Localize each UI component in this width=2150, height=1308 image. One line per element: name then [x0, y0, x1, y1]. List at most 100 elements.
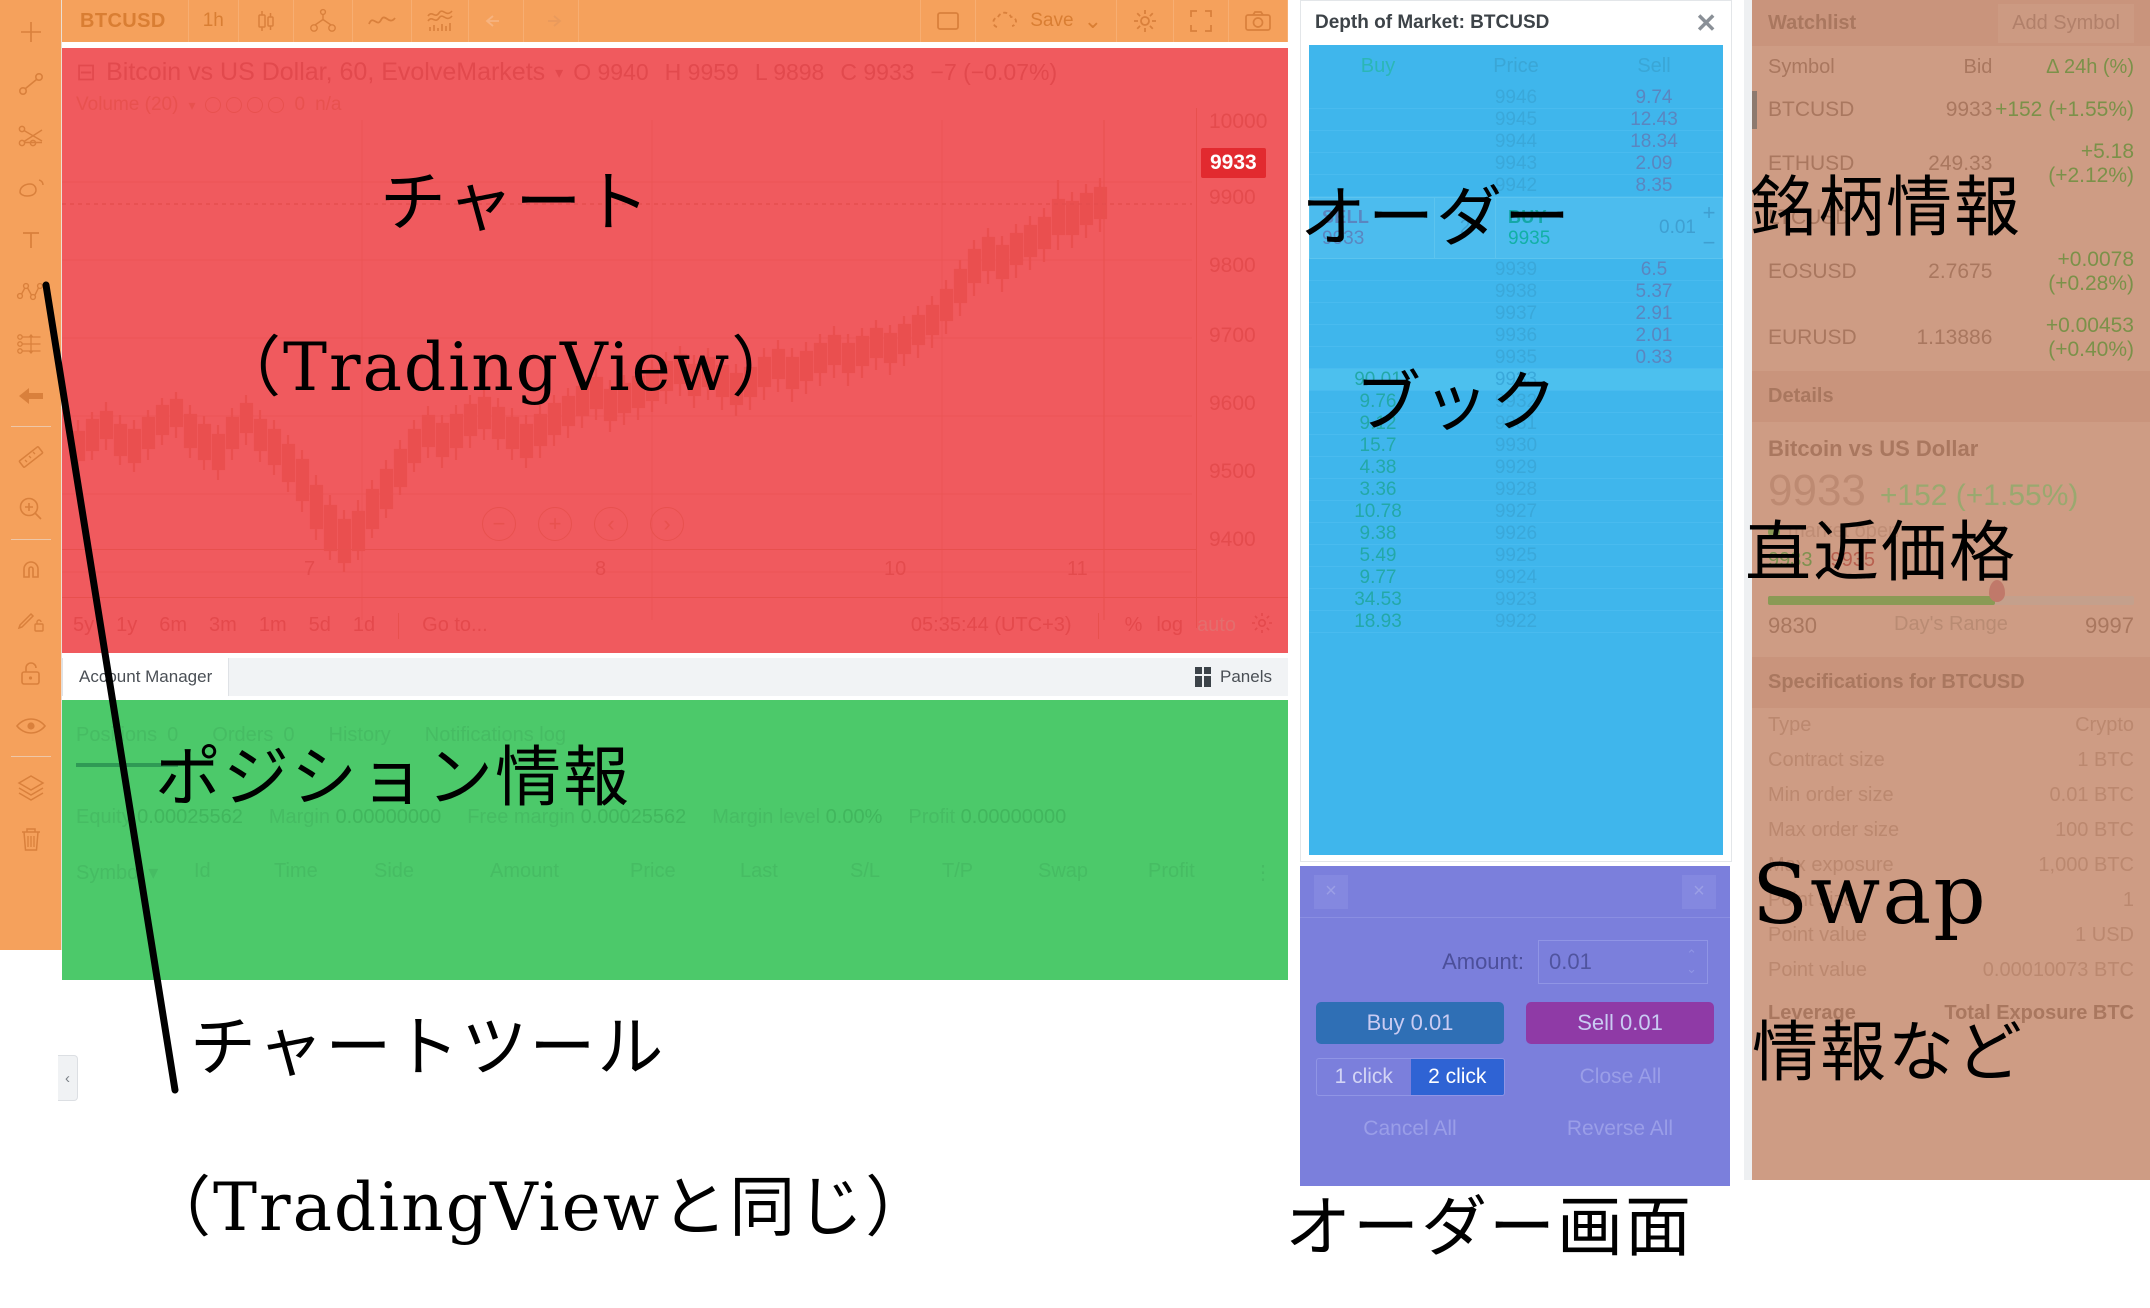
layout-icon[interactable] — [921, 0, 977, 42]
dom-row[interactable]: 9936 2.01 — [1309, 325, 1723, 347]
timeframe-1m[interactable]: 1m — [248, 614, 298, 637]
cross-cursor-tool[interactable] — [6, 6, 56, 58]
time-axis[interactable]: 7 8 10 11 — [62, 549, 1196, 587]
zoom-in-button[interactable]: + — [538, 507, 572, 541]
gear-icon[interactable] — [1250, 611, 1274, 641]
scale-auto-button[interactable]: auto — [1197, 614, 1236, 637]
chevron-down-icon[interactable]: ▾ — [555, 63, 563, 83]
two-click-option[interactable]: 2 click — [1410, 1059, 1504, 1095]
goto-button[interactable]: Go to... — [411, 614, 499, 637]
layers-tool[interactable] — [6, 761, 56, 813]
close-icon[interactable]: ✕ — [1695, 10, 1717, 36]
watchlist-row-eosusd[interactable]: EOSUSD 2.7675 +0.0078 (+0.28%) — [1752, 239, 2150, 305]
scroll-left-button[interactable]: ‹ — [594, 507, 628, 541]
amount-stepper[interactable]: ⌃ ⌄ — [1686, 947, 1697, 977]
redo-icon[interactable] — [524, 0, 579, 42]
dom-row[interactable]: 9944 18.34 — [1309, 131, 1723, 153]
zoom-out-button[interactable]: − — [482, 507, 516, 541]
text-tool[interactable] — [6, 214, 56, 266]
save-button[interactable]: Save ⌄ — [976, 0, 1117, 42]
price-axis[interactable]: 10000 9933 9900 9800 9700 9600 9500 9400 — [1196, 108, 1288, 628]
dom-body[interactable]: Buy Price Sell 9946 9.74 9945 12.43 9944… — [1309, 45, 1723, 855]
account-manager-tab[interactable]: Account Manager — [62, 658, 230, 696]
ruler-tool[interactable] — [6, 431, 56, 483]
scale-log-button[interactable]: log — [1156, 614, 1183, 637]
pencil-lock-tool[interactable] — [6, 596, 56, 648]
dom-row[interactable]: 9943 2.09 — [1309, 153, 1723, 175]
fib-tool[interactable] — [6, 110, 56, 162]
dom-row[interactable]: 9938 5.37 — [1309, 281, 1723, 303]
close-icon[interactable]: × — [1314, 874, 1348, 909]
dom-row[interactable]: 4.38 9929 — [1309, 457, 1723, 479]
study-visibility-icon[interactable] — [226, 97, 243, 113]
study-more-icon[interactable] — [247, 97, 264, 113]
decrement-icon[interactable]: − — [1703, 230, 1716, 256]
symbol-button[interactable]: BTCUSD — [62, 0, 189, 42]
dom-row[interactable]: 9937 2.91 — [1309, 303, 1723, 325]
dom-row[interactable]: 9939 6.5 — [1309, 259, 1723, 281]
snapshot-button[interactable] — [1229, 0, 1288, 42]
chevron-down-icon[interactable]: ⌄ — [1084, 9, 1102, 31]
dom-row[interactable]: 3.36 9928 — [1309, 479, 1723, 501]
chart-settings-button[interactable] — [1117, 0, 1174, 42]
increment-icon[interactable]: + — [1703, 200, 1716, 226]
chevron-down-icon[interactable]: ▾ — [188, 97, 195, 114]
compare-icon[interactable] — [294, 0, 353, 42]
arrow-tool[interactable] — [6, 370, 56, 422]
timeframe-6m[interactable]: 6m — [148, 614, 198, 637]
indicators-icon[interactable] — [412, 0, 469, 42]
magnet-tool[interactable] — [6, 544, 56, 596]
patterns-tool[interactable] — [6, 266, 56, 318]
lock-tool[interactable] — [6, 648, 56, 700]
dom-row[interactable]: 5.49 9925 — [1309, 545, 1723, 567]
column-symbol[interactable]: Symbol ▾ — [76, 860, 194, 885]
shapes-tool[interactable] — [6, 162, 56, 214]
more-vertical-icon[interactable]: ⋮ — [1253, 860, 1274, 885]
study-close-icon[interactable] — [268, 97, 285, 113]
timeframe-3m[interactable]: 3m — [198, 614, 248, 637]
panels-button[interactable]: Panels — [1195, 667, 1288, 687]
dom-row[interactable]: 9.77 9924 — [1309, 567, 1723, 589]
cancel-all-button[interactable]: Cancel All — [1316, 1110, 1504, 1148]
decrement-icon[interactable]: ⌄ — [1686, 961, 1697, 976]
trend-line-tool[interactable] — [6, 58, 56, 110]
minus-box-icon[interactable]: ⊟ — [76, 58, 96, 87]
watchlist-row-eurusd[interactable]: EURUSD 1.13886 +0.00453 (+0.40%) — [1752, 305, 2150, 371]
one-click-option[interactable]: 1 click — [1317, 1059, 1411, 1095]
interval-button[interactable]: 1h — [189, 0, 239, 42]
dom-row[interactable]: 9945 12.43 — [1309, 109, 1723, 131]
reverse-all-button[interactable]: Reverse All — [1526, 1110, 1714, 1148]
scroll-right-button[interactable]: › — [650, 507, 684, 541]
timeframe-5y[interactable]: 5y — [62, 614, 105, 637]
click-mode-segmented[interactable]: 1 click 2 click — [1316, 1058, 1505, 1096]
line-style-icon[interactable] — [353, 0, 412, 42]
dom-amount-input[interactable]: 0.01 — [1620, 198, 1696, 258]
dom-row[interactable]: 18.93 9922 — [1309, 611, 1723, 633]
timeframe-1d[interactable]: 1d — [342, 614, 386, 637]
forecast-tool[interactable] — [6, 318, 56, 370]
scale-percent-button[interactable]: % — [1125, 614, 1143, 637]
dom-row[interactable]: 9.38 9926 — [1309, 523, 1723, 545]
dom-row[interactable]: 9946 9.74 — [1309, 87, 1723, 109]
increment-icon[interactable]: ⌃ — [1686, 947, 1697, 962]
dom-row[interactable]: 34.53 9923 — [1309, 589, 1723, 611]
candlestick-icon[interactable] — [239, 0, 294, 42]
eye-tool[interactable] — [6, 700, 56, 752]
buy-button[interactable]: Buy 0.01 — [1316, 1002, 1504, 1044]
dom-row[interactable]: 10.78 9927 — [1309, 501, 1723, 523]
study-settings-icon[interactable] — [205, 97, 222, 113]
close-all-button[interactable]: Close All — [1527, 1058, 1714, 1096]
sidebar-collapse-handle[interactable]: ‹ — [58, 1055, 78, 1101]
sell-button[interactable]: Sell 0.01 — [1526, 1002, 1714, 1044]
add-symbol-button[interactable]: Add Symbol — [1998, 3, 2134, 43]
timeframe-1y[interactable]: 1y — [105, 614, 148, 637]
watchlist-row-btcusd[interactable]: BTCUSD 9933 +152 (+1.55%) — [1752, 89, 2150, 131]
fullscreen-button[interactable] — [1174, 0, 1229, 42]
timeframe-5d[interactable]: 5d — [298, 614, 342, 637]
undo-icon[interactable] — [469, 0, 524, 42]
close-icon[interactable]: × — [1682, 874, 1716, 909]
zoom-tool[interactable] — [6, 483, 56, 535]
dom-amount-stepper[interactable]: + − — [1696, 198, 1722, 258]
amount-input[interactable]: 0.01 ⌃ ⌄ — [1538, 940, 1708, 984]
trash-tool[interactable] — [6, 813, 56, 865]
